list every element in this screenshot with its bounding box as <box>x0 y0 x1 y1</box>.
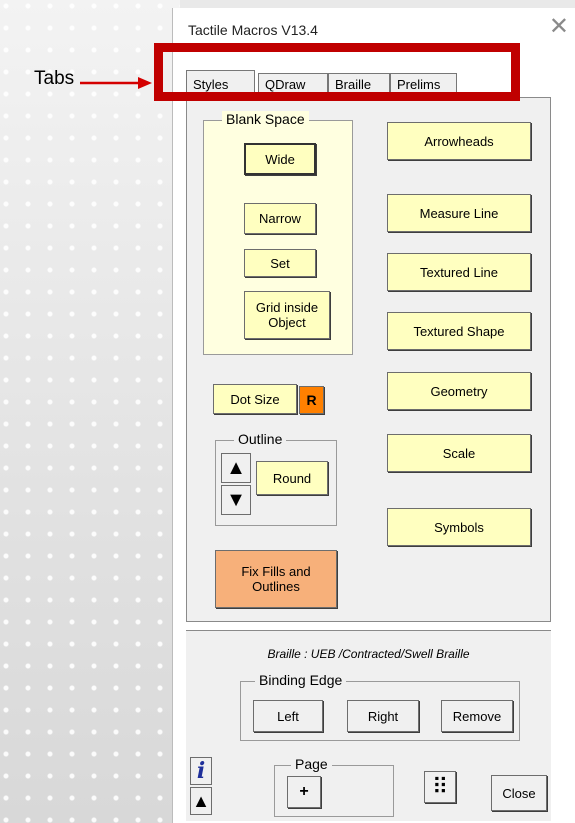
tabs-annotation-label: Tabs <box>34 68 75 89</box>
info-icon[interactable]: i <box>190 757 212 785</box>
up-arrow-icon[interactable]: ▲ <box>190 787 212 815</box>
outline-legend: Outline <box>234 431 287 447</box>
geometry-button[interactable]: Geometry <box>387 372 531 410</box>
braille-status-text: Braille : UEB /Contracted/Swell Braille <box>267 647 470 661</box>
blank-space-legend: Blank Space <box>222 111 309 127</box>
tab-braille[interactable]: Braille <box>328 73 390 95</box>
measure-line-button[interactable]: Measure Line <box>387 194 531 232</box>
textured-shape-button[interactable]: Textured Shape <box>387 312 531 350</box>
wide-button[interactable]: Wide <box>244 143 316 175</box>
styles-tab-panel: Blank Space Wide Narrow Set Grid inside … <box>186 97 551 622</box>
page-group: Page + <box>274 756 394 817</box>
textured-line-button[interactable]: Textured Line <box>387 253 531 291</box>
page-legend: Page <box>291 756 332 772</box>
dot-size-r-badge[interactable]: R <box>299 386 324 414</box>
symbols-button[interactable]: Symbols <box>387 508 531 546</box>
binding-edge-legend: Binding Edge <box>255 672 347 688</box>
tactile-macros-window: Tactile Macros V13.4 ✕ Styles QDraw Brai… <box>172 8 575 823</box>
binding-edge-group: Binding Edge Left Right Remove <box>240 672 520 741</box>
braille-background <box>0 0 180 823</box>
arrowheads-button[interactable]: Arrowheads <box>387 122 531 160</box>
blank-space-group: Blank Space Wide Narrow Set Grid inside … <box>203 111 353 355</box>
narrow-button[interactable]: Narrow <box>244 203 316 234</box>
binding-left-button[interactable]: Left <box>253 700 323 732</box>
grid-inside-label-2: Object <box>268 315 306 330</box>
tab-prelims[interactable]: Prelims <box>390 73 457 95</box>
scale-button[interactable]: Scale <box>387 434 531 472</box>
fix-fills-label-1: Fix Fills and <box>241 564 311 579</box>
round-button[interactable]: Round <box>256 461 328 495</box>
tab-styles[interactable]: Styles <box>186 70 255 97</box>
close-window-icon[interactable]: ✕ <box>549 14 569 38</box>
outline-down-arrow-icon[interactable]: ▼ <box>221 485 251 515</box>
set-button[interactable]: Set <box>244 249 316 277</box>
dot-size-button[interactable]: Dot Size <box>213 384 297 414</box>
outline-up-arrow-icon[interactable]: ▲ <box>221 453 251 483</box>
page-plus-button[interactable]: + <box>287 776 321 808</box>
tab-qdraw[interactable]: QDraw <box>258 73 328 95</box>
bottom-area: Braille : UEB /Contracted/Swell Braille … <box>186 630 551 821</box>
fix-fills-label-2: Outlines <box>252 579 300 594</box>
binding-right-button[interactable]: Right <box>347 700 419 732</box>
grid-inside-object-button[interactable]: Grid inside Object <box>244 291 330 339</box>
grid-inside-label-1: Grid inside <box>255 300 319 315</box>
close-button[interactable]: Close <box>491 775 547 811</box>
annotation-arrow-icon <box>80 77 152 89</box>
window-title: Tactile Macros V13.4 <box>188 22 318 38</box>
title-bar: Tactile Macros V13.4 ✕ <box>173 8 575 40</box>
fix-fills-outlines-button[interactable]: Fix Fills and Outlines <box>215 550 337 608</box>
binding-remove-button[interactable]: Remove <box>441 700 513 732</box>
outline-group: Outline ▲ ▼ Round <box>215 431 337 526</box>
braille-dots-icon[interactable]: ⠿ <box>424 771 456 803</box>
